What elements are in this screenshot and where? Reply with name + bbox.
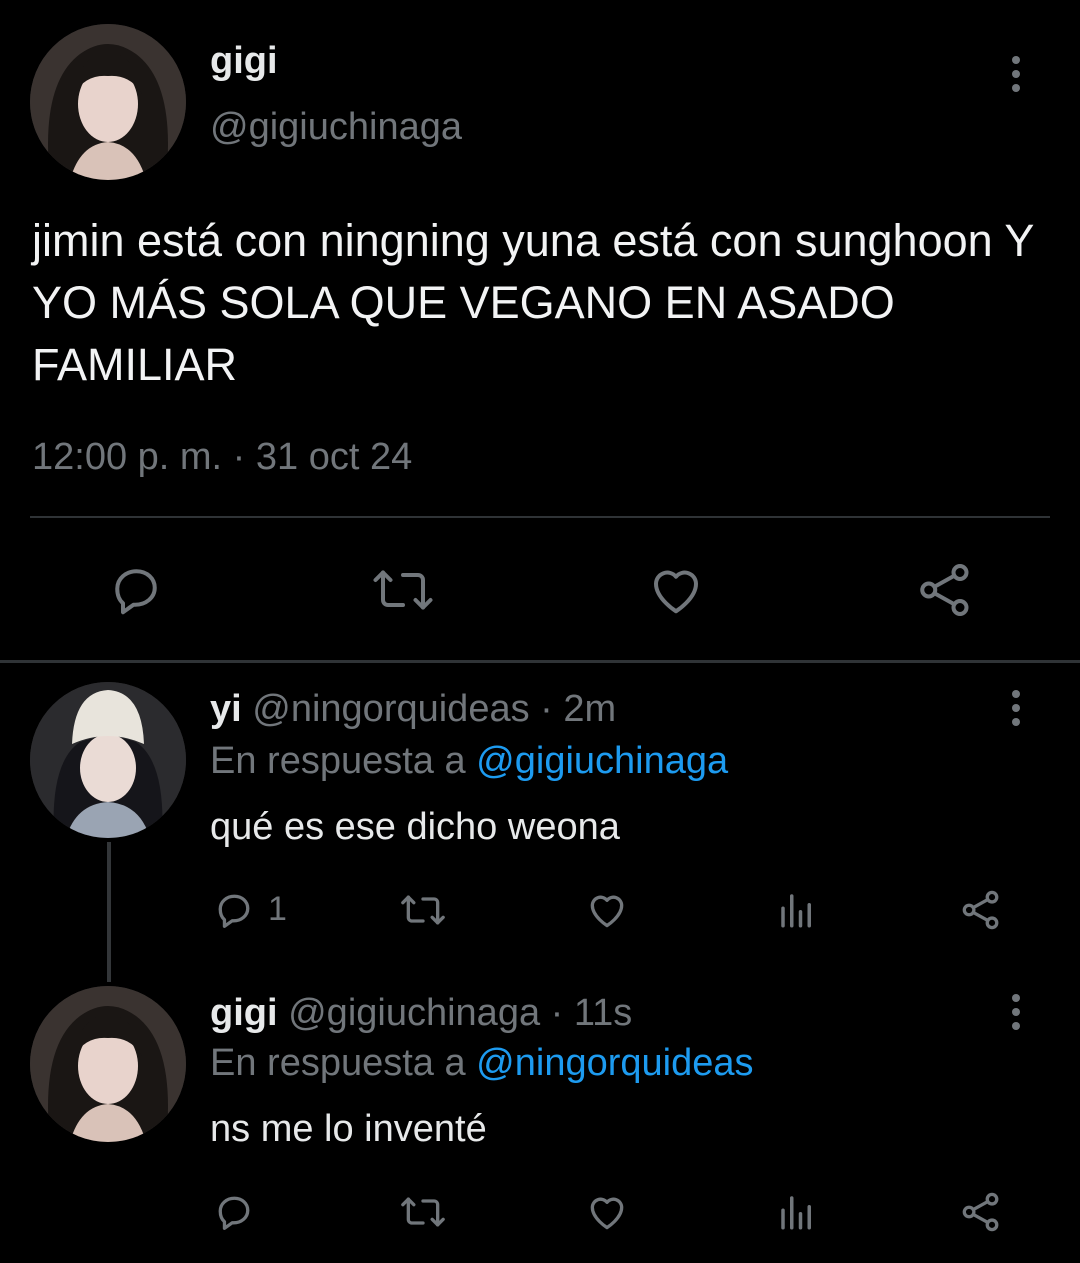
thread-line [107,842,111,982]
author-name[interactable]: gigi [210,40,278,83]
avatar-image [30,986,186,1142]
reply-prefix: En respuesta a [210,1042,466,1084]
retweet-icon[interactable] [398,888,448,932]
reply-icon[interactable] [106,560,166,620]
reply-context: En respuesta a @gigiuchinaga [210,740,728,783]
views-icon[interactable] [776,1190,818,1234]
reply-count: 1 [268,890,287,928]
reply-author-name[interactable]: yi [210,688,242,730]
like-icon[interactable] [646,560,706,620]
main-avatar[interactable] [30,24,186,180]
retweet-icon[interactable] [398,1190,448,1234]
tweet-text: jimin está con ningning yuna está con su… [32,215,1034,390]
reply-header: gigi @gigiuchinaga · 11s [210,992,632,1035]
share-icon[interactable] [958,1190,1004,1234]
avatar-image [30,682,186,838]
avatar-image [30,24,186,180]
more-icon[interactable] [1010,56,1022,96]
reply-text: ns me lo inventé [210,1108,487,1150]
reply-handle-time[interactable]: @ningorquideas · 2m [252,688,616,730]
divider [30,516,1050,518]
reply-to-link[interactable]: @ningorquideas [476,1042,753,1084]
divider [0,660,1080,663]
reply-icon[interactable] [212,888,256,932]
reply-header: yi @ningorquideas · 2m [210,688,616,731]
views-icon[interactable] [776,888,818,932]
share-icon[interactable] [958,888,1004,932]
reply-icon[interactable] [212,1190,256,1234]
tweet-timestamp[interactable]: 12:00 p. m. · 31 oct 24 [32,436,412,479]
share-icon[interactable] [914,560,976,620]
reply-text: qué es ese dicho weona [210,806,620,848]
reply-to-link[interactable]: @gigiuchinaga [476,740,728,782]
like-icon[interactable] [584,1190,630,1234]
reply-avatar[interactable] [30,682,186,838]
author-handle[interactable]: @gigiuchinaga [210,106,462,149]
more-icon[interactable] [1010,994,1022,1034]
reply-prefix: En respuesta a [210,740,466,782]
reply-avatar[interactable] [30,986,186,1142]
reply-context: En respuesta a @ningorquideas [210,1042,754,1085]
retweet-icon[interactable] [370,560,436,620]
reply-handle-time[interactable]: @gigiuchinaga · 11s [288,992,632,1034]
reply-author-name[interactable]: gigi [210,992,278,1034]
like-icon[interactable] [584,888,630,932]
more-icon[interactable] [1010,690,1022,730]
